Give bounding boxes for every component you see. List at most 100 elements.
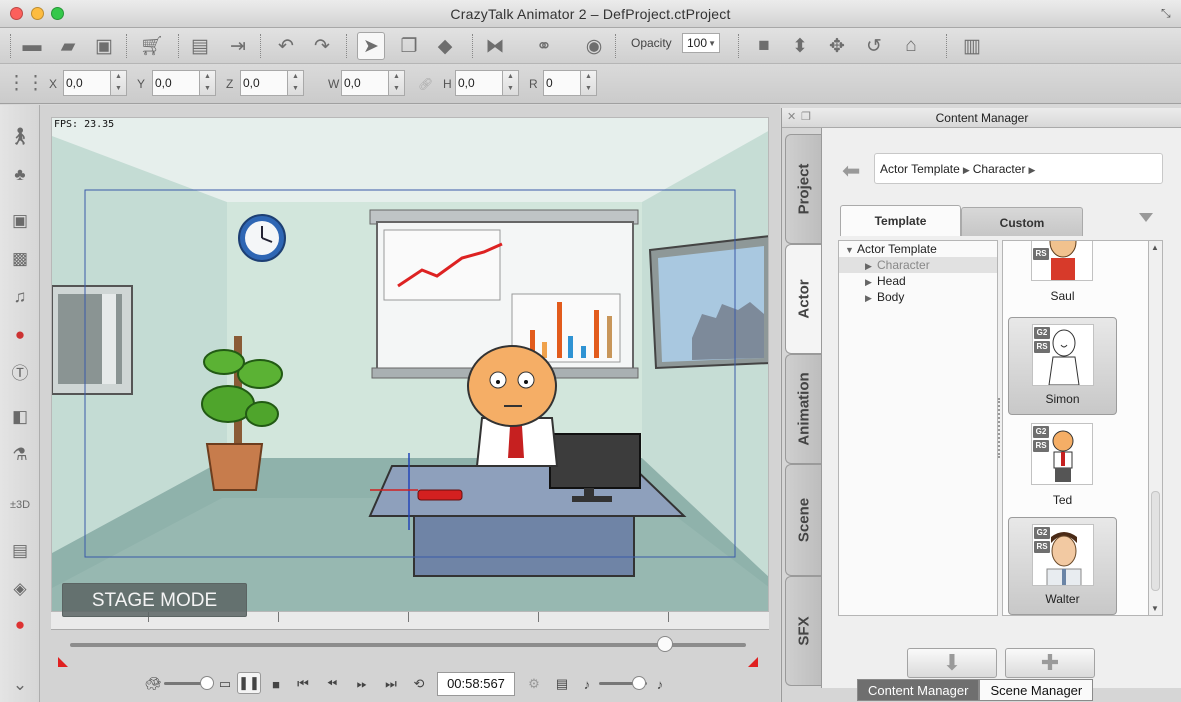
breadcrumb-item[interactable]: Actor Template <box>880 162 960 176</box>
audio-record-icon[interactable]: ● <box>8 323 32 347</box>
lock-icon[interactable]: 🔗︎ <box>418 77 433 91</box>
tab-scene-manager[interactable]: Scene Manager <box>979 679 1094 701</box>
new-file-icon[interactable]: ▬ <box>18 32 46 60</box>
tab-actor[interactable]: Actor <box>785 244 821 354</box>
tab-template[interactable]: Template <box>840 205 961 236</box>
scroll-down-icon[interactable]: ▼ <box>1151 604 1159 613</box>
tab-scene[interactable]: Scene <box>785 464 821 576</box>
z-field[interactable]: 0,0 <box>240 70 288 96</box>
expand-down-icon[interactable]: ⌄ <box>8 673 32 697</box>
save-icon[interactable]: ▣ <box>90 32 118 60</box>
tab-menu-icon[interactable] <box>1139 213 1153 222</box>
preview-icon[interactable]: ▤ <box>186 32 214 60</box>
timeline-scrubber[interactable] <box>656 636 673 652</box>
scrollbar-thumb[interactable] <box>1151 491 1160 591</box>
r-field[interactable]: 0 <box>543 70 581 96</box>
flip-icon[interactable]: ⧓ <box>481 32 509 60</box>
collapsed-icon[interactable]: ▶ <box>865 258 877 274</box>
next-frame-button[interactable]: ⏭︎ <box>381 674 401 694</box>
speed-icon[interactable]: 🐢︎ <box>143 674 163 694</box>
bone-icon[interactable]: ⚗ <box>8 443 32 467</box>
grid-icon[interactable]: ⋮⋮ <box>7 69 45 97</box>
export-icon[interactable]: ⇥ <box>224 32 252 60</box>
previous-frame-button[interactable]: ⏮︎ <box>293 674 313 694</box>
back-arrow-icon[interactable]: ⬅ <box>842 158 860 184</box>
fullscreen-icon[interactable]: ⤡ <box>1161 6 1175 20</box>
h-stepper[interactable]: ▲ ▼ <box>503 70 519 96</box>
w-stepper[interactable]: ▲ ▼ <box>389 70 405 96</box>
3d-icon[interactable]: ±3D <box>8 493 32 517</box>
pause-button[interactable]: ❚❚ <box>237 672 261 694</box>
duplicate-icon[interactable]: ❐ <box>395 32 423 60</box>
scroll-up-icon[interactable]: ▲ <box>1151 243 1159 252</box>
tree-item-actor-template[interactable]: ▼ Actor Template <box>839 241 997 257</box>
select-icon[interactable]: ➤ <box>357 32 385 60</box>
chat-icon[interactable]: ▭ <box>215 674 235 694</box>
camera-icon[interactable]: ■ <box>750 32 778 60</box>
volume-slider-knob[interactable] <box>632 676 646 690</box>
thumbnail-ted[interactable]: G2 RS Ted <box>1008 417 1117 515</box>
apply-button[interactable]: ⬇ <box>907 648 997 678</box>
music-icon[interactable]: ♫ <box>8 285 32 309</box>
h-field[interactable]: 0,0 <box>455 70 503 96</box>
move-up-down-icon[interactable]: ⬍ <box>786 32 814 60</box>
timecode-display[interactable]: 00:58:567 <box>437 672 515 696</box>
collapsed-icon[interactable]: ▶ <box>865 290 877 306</box>
stop-button[interactable]: ■ <box>266 674 286 694</box>
thumbnail-saul[interactable]: RS Saul <box>1008 241 1117 311</box>
tab-custom[interactable]: Custom <box>961 207 1083 236</box>
r-stepper[interactable]: ▲ ▼ <box>581 70 597 96</box>
stage-canvas[interactable] <box>51 117 769 612</box>
script-icon[interactable]: ▤ <box>8 539 32 563</box>
mute-icon[interactable]: ♪ <box>577 674 597 694</box>
breadcrumb[interactable]: Actor Template ▶ Character ▶ <box>874 153 1163 184</box>
thumbnail-walter[interactable]: G2 RS Walter <box>1008 517 1117 615</box>
text-icon[interactable]: Ⓣ <box>8 359 32 383</box>
tab-content-manager[interactable]: Content Manager <box>857 679 980 701</box>
speed-slider-knob[interactable] <box>200 676 214 690</box>
tree-item-character[interactable]: ▶ Character <box>839 257 997 273</box>
tab-project[interactable]: Project <box>785 134 821 244</box>
z-stepper[interactable]: ▲ ▼ <box>288 70 304 96</box>
fast-forward-button[interactable]: ⏩︎ <box>352 674 372 694</box>
w-field[interactable]: 0,0 <box>341 70 389 96</box>
gear-icon[interactable]: ⚙ <box>524 674 544 694</box>
music-note-icon[interactable]: ♪ <box>650 674 670 694</box>
expand-icon[interactable]: ▼ <box>845 242 857 258</box>
tree-icon[interactable]: ♣ <box>8 163 32 187</box>
y-field[interactable]: 0,0 <box>152 70 200 96</box>
link-icon[interactable]: ⚭ <box>530 32 558 60</box>
tab-sfx[interactable]: SFX <box>785 576 821 686</box>
redo-icon[interactable]: ↷ <box>308 32 336 60</box>
breadcrumb-item[interactable]: Character <box>973 162 1026 176</box>
timeline-track[interactable] <box>70 643 746 647</box>
timeline-icon[interactable]: ▤ <box>552 674 572 694</box>
rewind-button[interactable]: ⏪︎ <box>322 674 342 694</box>
tab-animation[interactable]: Animation <box>785 354 821 464</box>
align-icon[interactable]: ▥ <box>958 32 986 60</box>
tree-item-body[interactable]: ▶ Body <box>839 289 997 305</box>
transition-icon[interactable]: ◈ <box>8 577 32 601</box>
visibility-icon[interactable]: ◉ <box>580 32 608 60</box>
record-icon[interactable]: ● <box>8 613 32 637</box>
y-stepper[interactable]: ▲ ▼ <box>200 70 216 96</box>
collapsed-icon[interactable]: ▶ <box>865 274 877 290</box>
actor-walk-icon[interactable]: 🚶︎ <box>8 125 32 149</box>
range-start-marker[interactable] <box>58 657 68 667</box>
opacity-select[interactable]: 100 ▼ <box>682 33 720 53</box>
thumbnail-scrollbar[interactable]: ▲ ▼ <box>1149 240 1163 616</box>
x-field[interactable]: 0,0 <box>63 70 111 96</box>
open-folder-icon[interactable]: ▰ <box>54 32 82 60</box>
add-button[interactable]: ✚ <box>1005 648 1095 678</box>
cart-icon[interactable]: 🛒︎ <box>138 32 166 60</box>
actor-icon[interactable]: ▣ <box>8 209 32 233</box>
layer-icon[interactable]: ◧ <box>8 405 32 429</box>
rotate-icon[interactable]: ↺ <box>860 32 888 60</box>
move-icon[interactable]: ✥ <box>823 32 851 60</box>
x-stepper[interactable]: ▲ ▼ <box>111 70 127 96</box>
transform-icon[interactable]: ◆ <box>431 32 459 60</box>
range-end-marker[interactable] <box>748 657 758 667</box>
image-icon[interactable]: ▩ <box>8 247 32 271</box>
loop-icon[interactable]: ⟲ <box>409 674 429 694</box>
home-icon[interactable]: ⌂ <box>897 32 925 60</box>
